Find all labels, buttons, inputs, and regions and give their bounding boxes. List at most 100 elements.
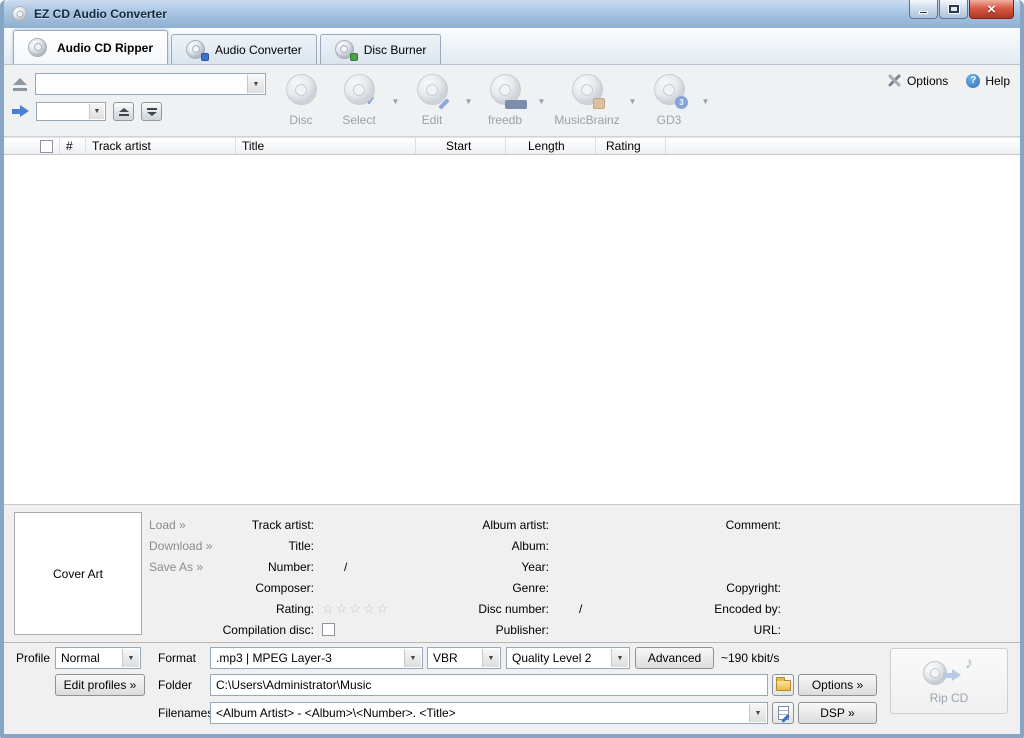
- cover-art-box[interactable]: Cover Art: [14, 512, 142, 635]
- comment-field[interactable]: [781, 515, 1012, 536]
- options-button[interactable]: Options: [887, 73, 948, 88]
- edit-profiles-button[interactable]: Edit profiles »: [55, 674, 145, 696]
- dsp-button[interactable]: DSP »: [798, 702, 877, 724]
- track-list: [4, 155, 1020, 504]
- edit-dropdown[interactable]: [461, 71, 476, 131]
- audio-converter-icon: [186, 39, 209, 61]
- track-artist-label: Track artist:: [251, 518, 314, 532]
- freedb-icon: [486, 74, 527, 110]
- tab-audio-converter[interactable]: Audio Converter: [171, 34, 317, 64]
- column-length[interactable]: Length: [506, 138, 596, 154]
- encoded-by-label: Encoded by:: [714, 602, 781, 616]
- app-window: EZ CD Audio Converter Audio CD Ripper Au…: [0, 0, 1024, 738]
- chevron-down-icon[interactable]: [482, 649, 499, 667]
- maximize-button[interactable]: [939, 0, 968, 19]
- url-field[interactable]: [781, 620, 1012, 641]
- output-bar: Profile Normal Edit profiles » Format .m…: [4, 642, 1020, 734]
- year-field[interactable]: [549, 557, 649, 578]
- folder-icon: [775, 676, 791, 691]
- close-tray-button[interactable]: [141, 102, 162, 121]
- album-field[interactable]: [549, 536, 649, 557]
- gd3-button[interactable]: GD3: [640, 71, 698, 131]
- chevron-down-icon[interactable]: [89, 104, 104, 119]
- chevron-down-icon[interactable]: [611, 649, 628, 667]
- toolbar-right: Options Help: [887, 73, 1010, 88]
- column-rating[interactable]: Rating: [596, 138, 666, 154]
- freedb-dropdown[interactable]: [534, 71, 549, 131]
- quality-select[interactable]: Quality Level 2: [506, 647, 630, 669]
- profile-select[interactable]: Normal: [55, 647, 141, 669]
- gd3-dropdown[interactable]: [698, 71, 713, 131]
- toolbar: Disc Select Edit freedb MusicBrainz: [4, 65, 1020, 137]
- tab-disc-burner[interactable]: Disc Burner: [319, 34, 442, 64]
- select-all-checkbox[interactable]: [40, 139, 53, 153]
- app-icon: [12, 6, 28, 22]
- column-track-artist[interactable]: Track artist: [86, 138, 236, 154]
- chevron-down-icon[interactable]: [404, 649, 421, 667]
- select-icon: [340, 74, 378, 110]
- advanced-button[interactable]: Advanced: [635, 647, 714, 669]
- album-artist-label: Album artist:: [482, 518, 549, 532]
- album-artist-field[interactable]: [549, 515, 649, 536]
- copyright-label: Copyright:: [726, 581, 781, 595]
- select-dropdown[interactable]: [388, 71, 403, 131]
- musicbrainz-dropdown[interactable]: [625, 71, 640, 131]
- format-select[interactable]: .mp3 | MPEG Layer-3: [210, 647, 423, 669]
- musicbrainz-icon: [568, 74, 606, 110]
- cover-art-links: Load » Download » Save As »: [149, 515, 212, 578]
- column-start[interactable]: Start: [416, 138, 506, 154]
- save-cover-link[interactable]: Save As »: [149, 557, 212, 578]
- bitrate-mode-select[interactable]: VBR: [427, 647, 501, 669]
- help-icon: [966, 73, 981, 88]
- disc-button[interactable]: Disc: [272, 71, 330, 131]
- track-artist-field[interactable]: [314, 515, 434, 536]
- compilation-checkbox[interactable]: [322, 623, 335, 636]
- drive-select[interactable]: [35, 73, 266, 95]
- track-table-header: # Track artist Title Start Length Rating: [4, 137, 1020, 155]
- copyright-field[interactable]: [781, 578, 1012, 599]
- metadata-fields: Track artist: Album artist: Comment: Tit…: [214, 515, 1012, 641]
- freedb-button[interactable]: freedb: [476, 71, 534, 131]
- title-field[interactable]: [314, 536, 434, 557]
- genre-field[interactable]: [549, 578, 649, 599]
- edit-icon: [413, 74, 451, 110]
- titlebar: EZ CD Audio Converter: [4, 0, 1020, 28]
- minimize-button[interactable]: [909, 0, 938, 19]
- publisher-field[interactable]: [549, 620, 649, 641]
- filenames-select[interactable]: <Album Artist> - <Album>\<Number>. <Titl…: [210, 702, 768, 724]
- edit-filename-button[interactable]: [772, 702, 794, 724]
- load-cover-link[interactable]: Load »: [149, 515, 212, 536]
- cover-art-label: Cover Art: [52, 566, 103, 581]
- browse-folder-button[interactable]: [772, 674, 794, 696]
- edit-button[interactable]: Edit: [403, 71, 461, 131]
- chevron-down-icon[interactable]: [247, 75, 264, 93]
- eject-tray-button[interactable]: [113, 102, 134, 121]
- download-cover-link[interactable]: Download »: [149, 536, 212, 557]
- rating-stars[interactable]: ☆☆☆☆☆: [314, 599, 434, 620]
- encoded-by-field[interactable]: [781, 599, 1012, 620]
- close-button[interactable]: [969, 0, 1014, 19]
- chevron-down-icon[interactable]: [122, 649, 139, 667]
- disc-number-label: Disc number:: [478, 602, 549, 616]
- minimize-icon: [919, 10, 928, 14]
- folder-options-button[interactable]: Options »: [798, 674, 877, 696]
- tab-label: Disc Burner: [363, 42, 427, 57]
- composer-field[interactable]: [314, 578, 434, 599]
- toolbar-buttons: Disc Select Edit freedb MusicBrainz: [272, 71, 713, 131]
- help-button[interactable]: Help: [966, 73, 1010, 88]
- rip-cd-button[interactable]: Rip CD: [890, 648, 1008, 714]
- url-label: URL:: [753, 623, 781, 637]
- tab-audio-cd-ripper[interactable]: Audio CD Ripper: [13, 30, 168, 64]
- edit-page-icon: [777, 706, 789, 720]
- read-speed-select[interactable]: [36, 102, 106, 121]
- column-title[interactable]: Title: [236, 138, 416, 154]
- disc-number-separator: /: [579, 602, 583, 616]
- select-button[interactable]: Select: [330, 71, 388, 131]
- chevron-down-icon[interactable]: [749, 704, 766, 722]
- close-tray-icon: [147, 108, 157, 116]
- tab-bar: Audio CD Ripper Audio Converter Disc Bur…: [4, 28, 1020, 65]
- folder-input[interactable]: [210, 674, 768, 696]
- folder-label: Folder: [158, 678, 193, 692]
- musicbrainz-button[interactable]: MusicBrainz: [549, 71, 625, 131]
- column-number[interactable]: #: [60, 138, 86, 154]
